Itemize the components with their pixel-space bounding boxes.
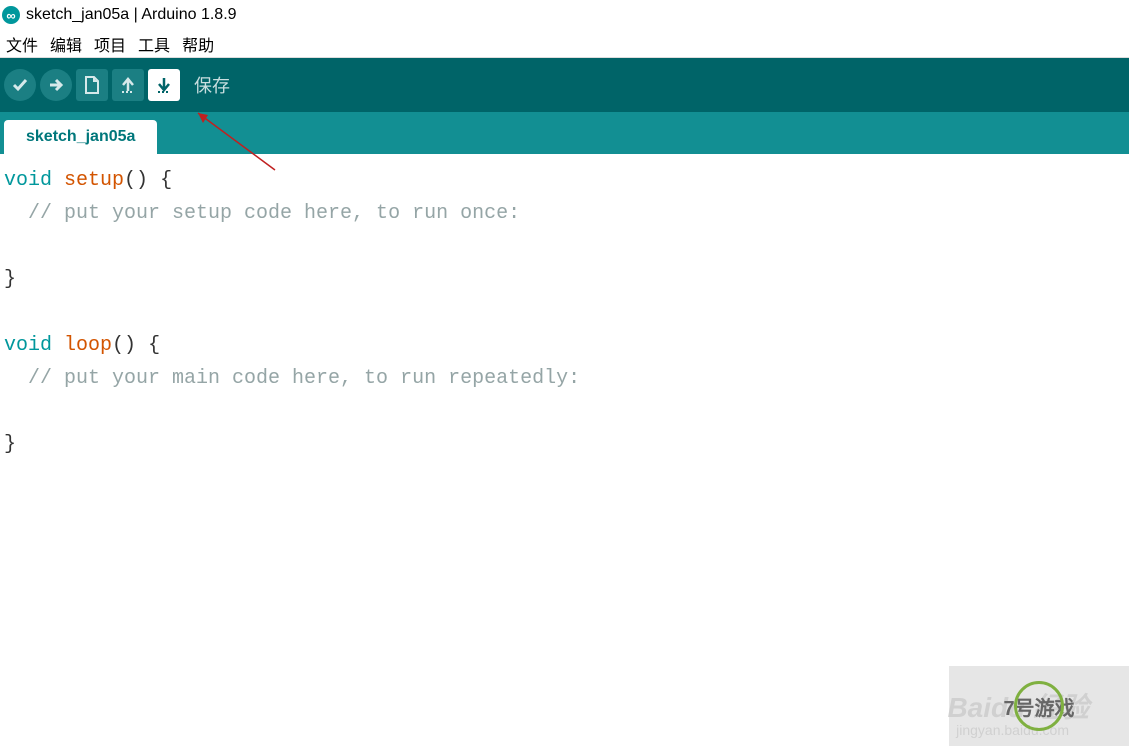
watermark-badge: 7号游戏 (949, 666, 1129, 746)
menubar: 文件 编辑 项目 工具 帮助 (0, 30, 1129, 58)
menu-file[interactable]: 文件 (2, 30, 42, 58)
code-text: } (4, 433, 16, 456)
comment: // put your setup code here, to run once… (4, 202, 520, 225)
titlebar: sketch_jan05a | Arduino 1.8.9 (0, 0, 1129, 30)
function-name: setup (64, 169, 124, 192)
new-button[interactable] (76, 69, 108, 101)
watermark-badge-text: 7号游戏 (1003, 692, 1074, 721)
code-text: () (124, 169, 148, 192)
arrow-down-icon (154, 75, 174, 95)
keyword: void (4, 334, 52, 357)
check-icon (10, 75, 30, 95)
file-icon (82, 75, 102, 95)
code-text: { (136, 334, 160, 357)
code-editor[interactable]: void setup() { // put your setup code he… (0, 154, 1129, 471)
upload-button[interactable] (40, 69, 72, 101)
window-title: sketch_jan05a | Arduino 1.8.9 (26, 6, 237, 24)
watermark-sub: jingyan.baidu.com (956, 722, 1069, 738)
save-button[interactable] (148, 69, 180, 101)
tab-active[interactable]: sketch_jan05a (4, 120, 157, 154)
comment: // put your main code here, to run repea… (4, 367, 580, 390)
menu-tools[interactable]: 工具 (134, 30, 174, 58)
arrow-right-icon (46, 75, 66, 95)
arrow-up-icon (118, 75, 138, 95)
code-text: { (148, 169, 172, 192)
tabbar: sketch_jan05a (0, 112, 1129, 154)
menu-edit[interactable]: 编辑 (46, 30, 86, 58)
code-text: } (4, 268, 16, 291)
function-name: loop (64, 334, 112, 357)
menu-help[interactable]: 帮助 (178, 30, 218, 58)
keyword: void (4, 169, 52, 192)
menu-sketch[interactable]: 项目 (90, 30, 130, 58)
verify-button[interactable] (4, 69, 36, 101)
toolbar-tooltip: 保存 (194, 72, 230, 98)
toolbar: 保存 (0, 58, 1129, 112)
code-text: () (112, 334, 136, 357)
open-button[interactable] (112, 69, 144, 101)
watermark-main: Baidu 经验 (947, 686, 1089, 726)
badge-circle-icon (1014, 681, 1064, 731)
arduino-logo-icon (2, 6, 20, 24)
